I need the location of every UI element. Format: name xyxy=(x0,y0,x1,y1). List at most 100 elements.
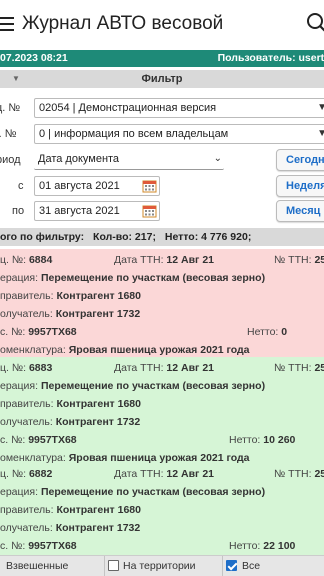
chevron-down-icon: ▼ xyxy=(317,125,324,143)
sender-value: Контрагент 1680 xyxy=(56,290,141,302)
tab-territory-label: На территории xyxy=(123,560,196,572)
sender-value: Контрагент 1680 xyxy=(56,398,141,410)
operation-value: Перемещение по участкам (весовая зерно) xyxy=(40,272,266,284)
operation-label: ерация: xyxy=(0,272,39,284)
today-button[interactable]: Сегодня xyxy=(276,149,324,171)
to-date-value: 31 августа 2021 xyxy=(39,205,120,217)
receiver-label: олучатель: xyxy=(0,308,53,320)
card-operation: ерация: Перемещение по участкам (весовая… xyxy=(0,486,265,498)
period-select[interactable]: Дата документа ⌄ xyxy=(34,150,224,170)
netto-value: 10 260 xyxy=(263,434,296,446)
ttn-date-label: Дата ТТН: xyxy=(114,254,164,266)
tab-territory[interactable]: На территории xyxy=(108,556,218,576)
month-button[interactable]: Месяц xyxy=(276,200,324,222)
filter-header[interactable]: ▼ Фильтр xyxy=(0,70,324,88)
search-icon[interactable] xyxy=(306,12,324,34)
nomenclature-value: Яровая пшеница урожая 2021 года xyxy=(68,344,250,356)
page-title: Журнал АВТО весовой xyxy=(22,13,224,34)
doc-no-label: ц. №: xyxy=(0,362,27,374)
card-operation: ерация: Перемещение по участкам (весовая… xyxy=(0,272,265,284)
doc-no-label: ц. №: xyxy=(0,468,27,480)
owner-select[interactable]: 0 | информация по всем владельцам ▼ xyxy=(34,124,324,144)
car-label: с. №: xyxy=(0,540,26,552)
sender-label: правитель: xyxy=(0,504,54,516)
sender-label: правитель: xyxy=(0,290,54,302)
ttn-no-label: № ТТН: xyxy=(274,362,312,374)
netto-label: Нетто: xyxy=(247,326,279,338)
card-receiver: олучатель: Контрагент 1732 xyxy=(0,522,140,534)
card-ttn-date: Дата ТТН: 12 Авг 21 xyxy=(114,254,214,266)
doc-no-value: 6882 xyxy=(28,468,53,480)
doc-no-label: ц. №: xyxy=(0,254,27,266)
ttn-date-label: Дата ТТН: xyxy=(114,362,164,374)
car-label: с. №: xyxy=(0,326,26,338)
operation-value: Перемещение по участкам (весовая зерно) xyxy=(40,486,266,498)
summary-count: Кол-во: 217; xyxy=(93,231,156,243)
owner-value: 0 | информация по всем владельцам xyxy=(39,128,229,140)
car-value: 9957ТХ68 xyxy=(28,540,77,552)
card-operation: ерация: Перемещение по участкам (весовая… xyxy=(0,380,265,392)
tab-weighed-label: Взвешенные xyxy=(6,560,69,572)
card-ttn-date: Дата ТТН: 12 Авг 21 xyxy=(114,468,214,480)
calendar-icon[interactable] xyxy=(142,179,157,193)
card-car: с. №: 9957ТХ68 xyxy=(0,540,77,552)
from-label: с xyxy=(18,180,24,192)
app-bar: Журнал АВТО весовой xyxy=(0,0,324,50)
ttn-no-label: № ТТН: xyxy=(274,468,312,480)
status-user: Пользователь: userte xyxy=(217,52,324,64)
netto-value: 0 xyxy=(281,326,288,338)
summary-netto: Нетто: 4 776 920; xyxy=(164,231,252,243)
week-button[interactable]: Неделя xyxy=(276,175,324,197)
ttn-no-value: 25 xyxy=(314,254,324,266)
card-receiver: олучатель: Контрагент 1732 xyxy=(0,308,140,320)
card-sender: правитель: Контрагент 1680 xyxy=(0,290,141,302)
bottom-filter-bar: Взвешенные На территории Все xyxy=(0,555,324,576)
sender-value: Контрагент 1680 xyxy=(56,504,141,516)
ttn-date-value: 12 Авг 21 xyxy=(166,362,215,374)
menu-icon[interactable] xyxy=(0,14,14,34)
card-doc-row: ц. №: 6884 xyxy=(0,254,52,266)
card-doc-row: ц. №: 6882 xyxy=(0,468,52,480)
to-date-field[interactable]: 31 августа 2021 xyxy=(34,201,160,221)
card-nomenclature: оменклатура: Яровая пшеница урожая 2021 … xyxy=(0,344,250,356)
chevron-down-icon: ⌄ xyxy=(213,153,222,164)
ttn-no-value: 25 xyxy=(314,362,324,374)
card-sender: правитель: Контрагент 1680 xyxy=(0,504,141,516)
card-sender: правитель: Контрагент 1680 xyxy=(0,398,141,410)
card-ttn-no: № ТТН: 25 xyxy=(274,362,324,374)
ttn-date-label: Дата ТТН: xyxy=(114,468,164,480)
calendar-icon[interactable] xyxy=(142,204,157,218)
territory-checkbox[interactable] xyxy=(108,560,119,571)
chevron-down-icon: ▼ xyxy=(317,99,324,117)
receiver-label: олучатель: xyxy=(0,522,53,534)
from-date-field[interactable]: 01 августа 2021 xyxy=(34,176,160,196)
cost-center-select[interactable]: 02054 | Демонстрационная версия ▼ xyxy=(34,98,324,118)
car-value: 9957ТХ68 xyxy=(28,434,77,446)
operation-label: ерация: xyxy=(0,380,39,392)
sender-label: правитель: xyxy=(0,398,54,410)
card-car: с. №: 9957ТХ68 xyxy=(0,326,77,338)
netto-label: Нетто: xyxy=(229,434,261,446)
card-ttn-date: Дата ТТН: 12 Авг 21 xyxy=(114,362,214,374)
list-item[interactable]: ц. №: 6884 Дата ТТН: 12 Авг 21 № ТТН: 25 ер… xyxy=(0,249,324,361)
summary-label: ого по фильтру: xyxy=(0,231,85,243)
all-checkbox[interactable] xyxy=(226,560,237,571)
card-netto: Нетто: 10 260 xyxy=(229,434,295,446)
nomenclature-label: оменклатура: xyxy=(0,344,66,356)
status-datetime: 07.2023 08:21 xyxy=(0,52,68,64)
tab-all[interactable]: Все xyxy=(226,556,316,576)
car-label: с. №: xyxy=(0,434,26,446)
netto-value: 22 100 xyxy=(263,540,296,552)
period-value: Дата документа xyxy=(38,153,120,165)
receiver-value: Контрагент 1732 xyxy=(55,416,141,428)
operation-value: Перемещение по участкам (весовая зерно) xyxy=(40,380,266,392)
netto-label: Нетто: xyxy=(229,540,261,552)
card-ttn-no: № ТТН: 25 xyxy=(274,468,324,480)
to-label: по xyxy=(12,205,25,217)
from-date-value: 01 августа 2021 xyxy=(39,180,120,192)
tab-weighed[interactable]: Взвешенные xyxy=(6,556,68,576)
ttn-no-value: 25 xyxy=(314,468,324,480)
collapse-triangle-icon: ▼ xyxy=(12,74,20,83)
status-bar: 07.2023 08:21 Пользователь: userte xyxy=(0,50,324,67)
list-item[interactable]: ц. №: 6883 Дата ТТН: 12 Авг 21 № ТТН: 25 ер… xyxy=(0,357,324,469)
